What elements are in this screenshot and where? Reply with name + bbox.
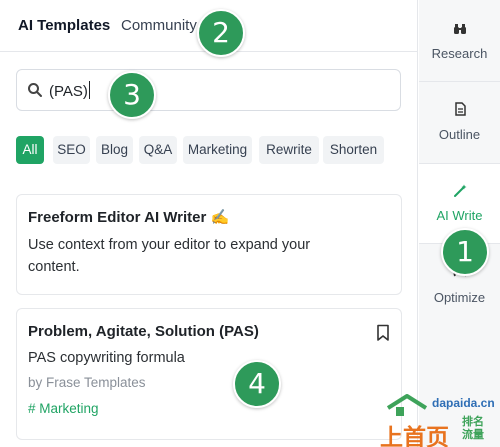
sidebar-item-label: Optimize <box>433 290 486 305</box>
search-value[interactable]: (PAS) <box>49 81 90 102</box>
card-tag-marketing[interactable]: # Marketing <box>28 401 99 416</box>
sidebar-item-label: AI Write <box>436 208 483 223</box>
sidebar-item-label: Outline <box>438 127 481 142</box>
filter-chip-marketing[interactable]: Marketing <box>183 136 252 164</box>
filter-chip-seo[interactable]: SEO <box>53 136 90 164</box>
annotation-badge-2: 2 <box>197 9 245 57</box>
card-title: Problem, Agitate, Solution (PAS) <box>28 323 259 340</box>
filter-chip-all[interactable]: All <box>16 136 44 164</box>
binoculars-icon <box>454 24 466 34</box>
house-icon <box>386 394 428 416</box>
template-card[interactable]: Problem, Agitate, Solution (PAS) PAS cop… <box>16 308 402 440</box>
magic-wand-icon <box>454 184 467 197</box>
watermark-text-main: 上首页 <box>380 425 449 447</box>
card-description: Use context from your editor to expand y… <box>28 237 311 275</box>
template-card[interactable]: Freeform Editor AI Writer ✍️ Use context… <box>16 194 402 295</box>
sidebar-item-outline[interactable]: Outline <box>419 82 500 164</box>
document-icon <box>455 102 466 116</box>
filter-chip-blog[interactable]: Blog <box>96 136 133 164</box>
watermark-text-side: 排名流量 <box>462 415 484 441</box>
watermark-logo: dapaida.cn 上首页 排名流量 <box>380 392 498 447</box>
search-icon <box>28 83 42 97</box>
annotation-badge-1: 1 <box>441 228 489 276</box>
bookmark-icon[interactable] <box>376 324 390 342</box>
watermark-url: dapaida.cn <box>432 396 495 410</box>
tab-ai-templates[interactable]: AI Templates <box>18 16 110 36</box>
filter-chip-qa[interactable]: Q&A <box>139 136 177 164</box>
filter-chip-rewrite[interactable]: Rewrite <box>259 136 319 164</box>
annotation-badge-4: 4 <box>233 360 281 408</box>
card-author: by Frase Templates <box>28 375 146 390</box>
search-input[interactable]: (PAS) <box>16 69 401 111</box>
text-caret <box>88 81 90 99</box>
card-title: Freeform Editor AI Writer ✍️ <box>28 209 230 226</box>
tool-sidebar: Research Outline AI Write Optimize <box>419 0 500 447</box>
sidebar-item-label: Research <box>431 46 488 61</box>
filter-chip-shorten[interactable]: Shorten <box>323 136 384 164</box>
card-description: PAS copywriting formula <box>28 350 185 366</box>
sidebar-item-research[interactable]: Research <box>419 0 500 82</box>
annotation-badge-3: 3 <box>108 71 156 119</box>
templates-panel: AI Templates Community (PAS) All SEO Blo… <box>0 0 418 447</box>
tab-community[interactable]: Community <box>121 16 197 36</box>
